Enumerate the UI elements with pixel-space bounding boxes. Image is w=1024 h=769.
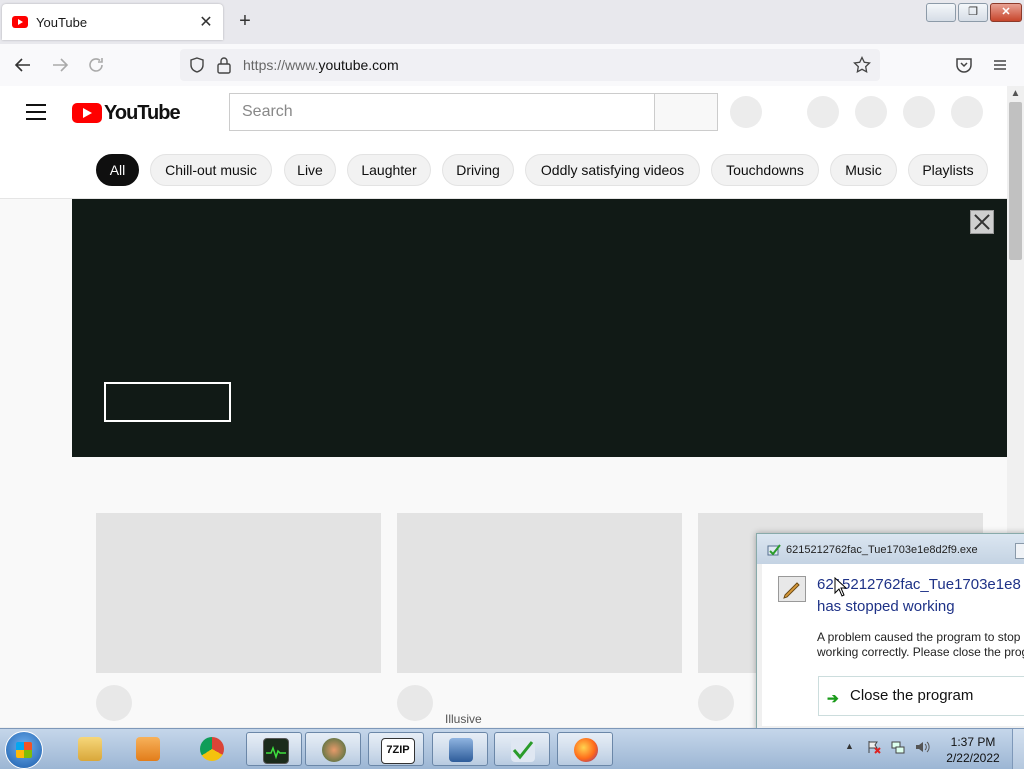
- channel-label: Illusive: [445, 712, 482, 726]
- taskbar-explorer[interactable]: [62, 732, 118, 766]
- action-center-flag-icon[interactable]: [866, 739, 882, 758]
- app-menu-icon[interactable]: [988, 53, 1012, 77]
- close-window-button[interactable]: ✕: [990, 3, 1022, 22]
- chip-music[interactable]: Music: [830, 154, 897, 186]
- banner-close-icon[interactable]: [970, 210, 994, 234]
- placeholder-circle: [730, 96, 762, 128]
- lock-icon[interactable]: [216, 56, 232, 79]
- close-program-label: Close the program: [850, 687, 974, 704]
- hamburger-menu-icon[interactable]: [26, 104, 46, 120]
- placeholder-circle: [903, 96, 935, 128]
- pocket-icon[interactable]: [952, 53, 976, 77]
- placeholder-circle: [855, 96, 887, 128]
- chip-live[interactable]: Live: [284, 154, 336, 186]
- banner-cta-button[interactable]: [104, 382, 231, 422]
- app-icon: [322, 738, 346, 762]
- youtube-play-icon: [72, 103, 102, 123]
- url-text[interactable]: https://www.youtube.com: [243, 57, 399, 73]
- 7zip-icon: 7ZIP: [381, 738, 415, 764]
- dialog-titlebar[interactable]: 6215212762fac_Tue1703e1e8d2f9.exe: [757, 534, 1024, 564]
- browser-nav-bar: https://www.youtube.com: [0, 44, 1024, 87]
- url-bar[interactable]: https://www.youtube.com: [180, 49, 880, 81]
- taskbar-network-tool[interactable]: [432, 732, 488, 766]
- network-tool-icon: [449, 738, 473, 762]
- scroll-up-icon[interactable]: ▲: [1007, 86, 1024, 102]
- taskbar-firefox[interactable]: [557, 732, 613, 766]
- program-icon: [778, 576, 806, 602]
- checkmark-tool-icon: [511, 738, 535, 762]
- reload-icon[interactable]: [84, 53, 108, 77]
- mouse-cursor-icon: [834, 576, 848, 602]
- taskbar-chrome[interactable]: [184, 732, 240, 766]
- youtube-logo[interactable]: YouTube: [72, 101, 181, 124]
- application-icon: [767, 543, 781, 557]
- chip-touchdowns[interactable]: Touchdowns: [711, 154, 819, 186]
- chip-chill-out-music[interactable]: Chill-out music: [150, 154, 272, 186]
- volume-icon[interactable]: [914, 739, 930, 758]
- chip-driving[interactable]: Driving: [442, 154, 514, 186]
- browser-tab-bar: YouTube ✕ + ❐ ✕: [0, 0, 1024, 44]
- bookmark-star-icon[interactable]: [853, 55, 871, 79]
- show-desktop-button[interactable]: [1012, 729, 1024, 769]
- close-program-button[interactable]: ➔ Close the program: [818, 676, 1024, 716]
- youtube-favicon-icon: [12, 16, 28, 28]
- tracking-shield-icon[interactable]: [188, 56, 206, 79]
- error-dialog: 6215212762fac_Tue1703e1e8d2f9.exe 621521…: [756, 533, 1024, 731]
- explorer-icon: [78, 737, 102, 761]
- clock-date: 2/22/2022: [946, 751, 1000, 765]
- clock-time: 1:37 PM: [950, 735, 996, 749]
- dialog-message: A problem caused the program to stop wor…: [817, 630, 1024, 659]
- ad-banner: [72, 199, 1007, 457]
- media-player-icon: [136, 737, 160, 761]
- green-arrow-icon: ➔: [827, 690, 839, 706]
- chip-laughter[interactable]: Laughter: [347, 154, 431, 186]
- taskbar-media-player[interactable]: [120, 732, 176, 766]
- youtube-header: YouTube Search: [0, 86, 1007, 142]
- dialog-close-button[interactable]: [1015, 543, 1024, 559]
- placeholder-circle: [807, 96, 839, 128]
- dialog-body: 6215212762fac_Tue1703e1e8 has stopped wo…: [762, 564, 1024, 726]
- taskbar-resource-monitor[interactable]: [246, 732, 302, 766]
- chip-oddly-satisfying-videos[interactable]: Oddly satisfying videos: [525, 154, 700, 186]
- system-clock[interactable]: 1:37 PM 2/22/2022: [940, 734, 1006, 766]
- search-button[interactable]: [654, 93, 718, 131]
- network-icon[interactable]: [890, 739, 906, 758]
- search-input[interactable]: Search: [229, 93, 654, 131]
- url-prefix: https://www.: [243, 57, 319, 73]
- new-tab-button[interactable]: +: [234, 10, 256, 32]
- chip-playlists[interactable]: Playlists: [908, 154, 988, 186]
- taskbar-7zip[interactable]: 7ZIP: [368, 732, 424, 766]
- back-icon[interactable]: [11, 53, 35, 77]
- placeholder-circle: [951, 96, 983, 128]
- url-domain: youtube.com: [318, 57, 399, 73]
- browser-tab-youtube[interactable]: YouTube ✕: [2, 4, 223, 40]
- firefox-icon: [574, 738, 598, 762]
- tab-title: YouTube: [36, 14, 88, 30]
- forward-icon[interactable]: [48, 53, 72, 77]
- chip-all[interactable]: All: [96, 154, 139, 186]
- tray-expand-icon[interactable]: ▲: [845, 741, 854, 751]
- start-button[interactable]: [5, 731, 43, 769]
- resource-monitor-icon: [263, 738, 289, 764]
- windows-taskbar: 7ZIP ▲ 1:37 PM 2/22/2022: [0, 728, 1024, 769]
- channel-avatar-placeholder: [397, 685, 433, 721]
- taskbar-checkmark-tool[interactable]: [494, 732, 550, 766]
- channel-avatar-placeholder: [96, 685, 132, 721]
- chip-bar: All Chill-out music Live Laughter Drivin…: [0, 142, 1007, 199]
- minimize-button[interactable]: [926, 3, 956, 22]
- dialog-title: 6215212762fac_Tue1703e1e8d2f9.exe: [786, 544, 978, 556]
- chrome-icon: [200, 737, 224, 761]
- video-thumbnail-placeholder[interactable]: [96, 513, 381, 673]
- tab-close-icon[interactable]: ✕: [195, 12, 217, 32]
- channel-avatar-placeholder: [698, 685, 734, 721]
- youtube-logo-text: YouTube: [104, 101, 181, 124]
- scroll-thumb[interactable]: [1009, 102, 1022, 260]
- restore-button[interactable]: ❐: [958, 3, 988, 22]
- taskbar-app[interactable]: [305, 732, 361, 766]
- video-thumbnail-placeholder[interactable]: [397, 513, 682, 673]
